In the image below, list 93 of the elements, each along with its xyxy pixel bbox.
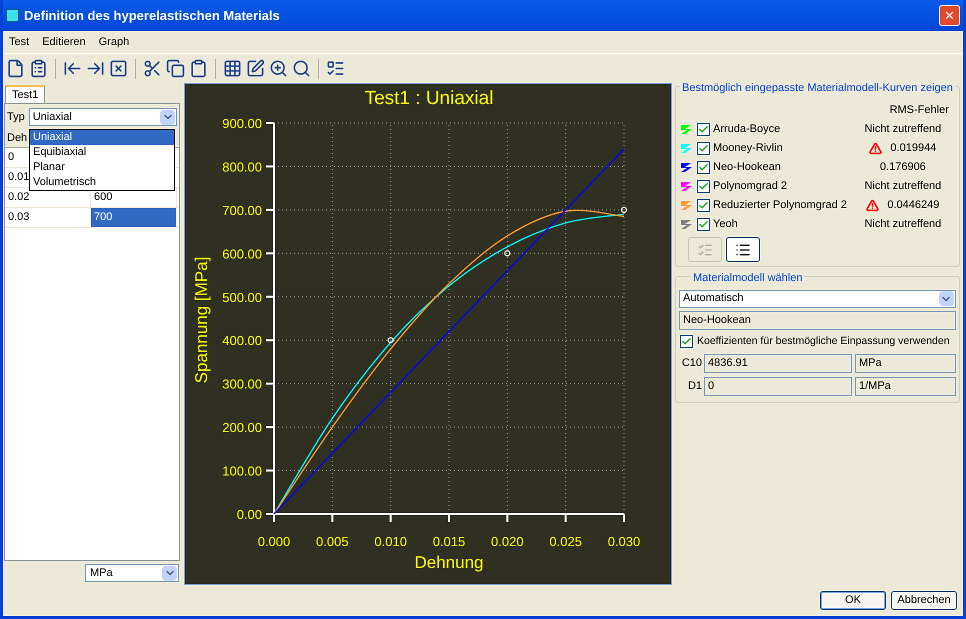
rms-header: RMS-Fehler [890,102,949,118]
group-title: Bestmöglich eingepasste Materialmodell-Kurven zeigen [680,80,955,96]
close-button[interactable]: × [939,5,960,26]
rms-value: 0.176906 [880,160,926,176]
y-tick-label: 900.00 [222,116,262,131]
checkbox[interactable] [680,335,693,348]
ok-button[interactable]: OK [820,591,886,610]
rms-value: Nicht zutreffend [864,179,942,194]
checklist-icon [697,242,713,258]
cut-icon[interactable] [143,59,162,78]
data-point [620,206,628,213]
insert-right-icon[interactable] [86,59,105,78]
x-tick-label: 0.010 [374,534,407,549]
checkbox[interactable] [697,180,710,193]
zoom-in-icon[interactable] [269,59,288,78]
checklist-icon[interactable] [326,59,345,78]
dropdown-option[interactable]: Equibiaxial [30,145,174,160]
y-tick-label: 300.00 [222,376,262,392]
y-axis-label: Spannung [MPa] [192,256,211,384]
rms-value: 0.0446249 [887,198,940,214]
data-point [504,250,510,256]
y-tick-label: 700.00 [222,202,262,218]
x-tick-label: 0.020 [491,534,524,549]
y-tick-label: 400.00 [222,333,262,348]
check-all-button[interactable] [688,237,722,262]
chart-title: Test1 : Uniaxial [364,88,494,109]
model-name: Reduzierter Polynomgrad 2 [713,198,848,214]
list-icon [735,242,751,258]
dropdown-arrow-icon[interactable] [938,291,954,306]
checkbox[interactable] [697,123,710,136]
coefficient-label: C10 [680,356,703,372]
model-name: Polynomgrad 2 [713,179,788,194]
delete-icon[interactable] [109,59,128,78]
y-tick-label: 600.00 [222,246,262,262]
checkbox[interactable] [697,142,710,155]
uncheck-all-button[interactable] [726,237,760,262]
unit-field: MPa [855,354,956,373]
rms-value: Nicht zutreffend [864,217,942,232]
dropdown-option[interactable]: Volumetrisch [30,175,174,190]
app-icon [6,9,19,22]
data-point [388,337,394,344]
rms-value: Nicht zutreffend [864,122,942,138]
model-name: Yeoh [713,217,739,232]
rms-value: 0.019944 [890,141,936,156]
type-select[interactable]: Uniaxial [28,108,177,126]
coefficient-field: 4836.91 [704,354,852,373]
model-name: Arruda-Boyce [713,122,782,138]
model-name: Mooney-Rivlin [713,141,784,156]
dropdown-arrow-icon[interactable] [160,110,175,124]
menu-item[interactable]: Graph [98,34,130,50]
coefficient-field: 0 [704,377,852,396]
checkbox[interactable] [697,199,710,212]
table-cell[interactable]: 700 [91,208,177,227]
y-tick-label: 200.00 [222,420,262,436]
model-field: Neo-Hookean [679,310,956,330]
x-tick-label: 0.025 [549,534,582,549]
unit-select[interactable]: MPa [85,564,179,582]
cancel-button[interactable]: Abbrechen [891,591,957,610]
checkbox-label: Koeffizienten für bestmögliche Einpassung verwenden [697,334,950,349]
column-header: Deh [6,131,27,146]
dropdown-arrow-icon[interactable] [162,566,177,580]
menu-item[interactable]: Editieren [42,34,86,50]
edit-icon[interactable] [246,59,265,78]
y-tick-label: 800.00 [222,159,262,174]
paste-icon[interactable] [189,59,208,78]
type-label: Typ [7,110,25,125]
x-tick-label: 0.000 [258,534,290,549]
warning-icon [866,199,880,212]
dropdown-option[interactable]: Planar [30,160,174,175]
unit-field: 1/MPa [855,377,956,396]
copy-icon[interactable] [166,59,185,78]
model-select[interactable]: Automatisch [679,290,956,308]
window-title: Definition des hyperelastischen Materials [24,6,280,25]
tab[interactable]: Test1 [5,85,46,103]
dropdown-option[interactable]: Uniaxial [30,130,174,145]
x-tick-label: 0.030 [608,534,640,549]
grid-icon[interactable] [223,59,242,78]
list-icon[interactable] [29,59,48,78]
x-axis-label: Dehnung [414,553,484,572]
menu-item[interactable]: Test [9,34,30,50]
checkbox[interactable] [697,161,710,174]
warning-icon [869,142,882,155]
y-tick-label: 500.00 [222,290,262,305]
page-icon[interactable] [6,59,25,78]
checkbox[interactable] [697,218,710,231]
x-tick-label: 0.015 [432,534,466,549]
coefficient-label: D1 [686,379,703,394]
y-tick-label: 100.00 [222,464,262,479]
insert-left-icon[interactable] [63,59,82,78]
search-icon[interactable] [292,59,311,78]
x-tick-label: 0.005 [316,534,349,549]
y-tick-label: 0.00 [236,507,262,522]
model-name: Neo-Hookean [713,160,782,176]
